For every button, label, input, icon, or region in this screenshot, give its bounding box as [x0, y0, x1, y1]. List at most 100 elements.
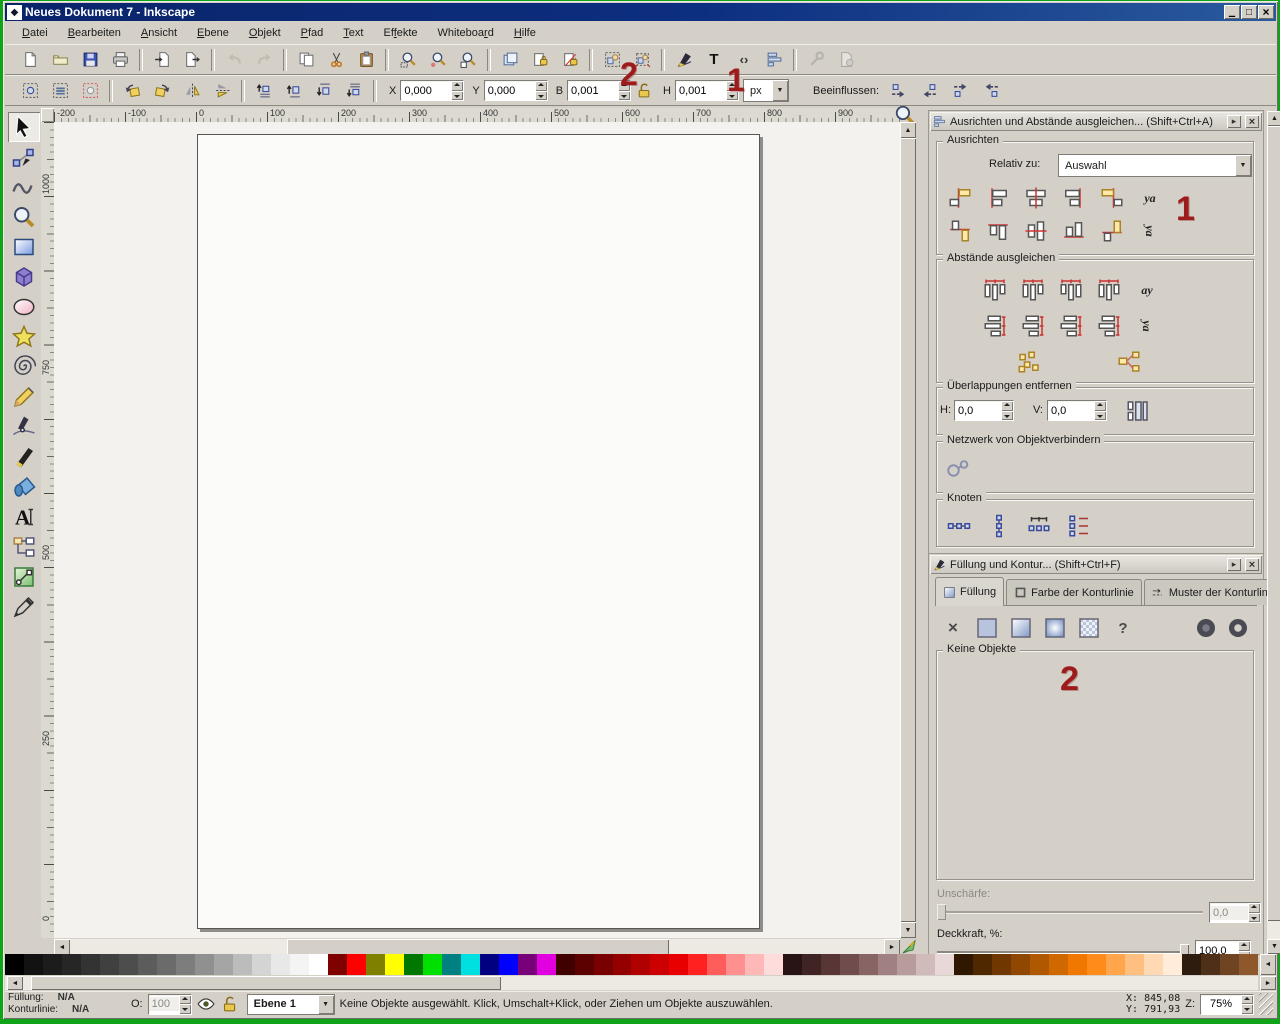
- pen-tool[interactable]: [8, 412, 40, 442]
- palette-swatch[interactable]: [499, 954, 518, 975]
- maximize-button[interactable]: □: [1241, 5, 1257, 19]
- distribute-right-edges-button[interactable]: [1053, 274, 1089, 306]
- menu-ebene[interactable]: Ebene: [188, 24, 238, 42]
- scroll-left-icon[interactable]: ◄: [54, 939, 70, 955]
- palette-swatch[interactable]: [1163, 954, 1182, 975]
- menu-effekte[interactable]: Effekte: [374, 24, 426, 42]
- palette-swatch[interactable]: [404, 954, 423, 975]
- overlap-v-field[interactable]: [1047, 400, 1107, 421]
- randomize-positions-button[interactable]: [1011, 346, 1047, 378]
- align-top-edges-button[interactable]: [980, 215, 1016, 247]
- fill-stroke-dialog-button[interactable]: [669, 45, 699, 74]
- overlap-h-spinner[interactable]: [1001, 401, 1013, 420]
- distribute-top-edges-button[interactable]: [977, 310, 1013, 342]
- document-page[interactable]: [197, 134, 760, 929]
- fill-panel-header[interactable]: Füllung und Kontur... (Shift+Ctrl+F) ▸ ×: [930, 555, 1262, 574]
- create-clone-button[interactable]: [525, 45, 555, 74]
- palette-scrollbar[interactable]: ◄: [5, 976, 1258, 990]
- zoom-input[interactable]: [1201, 997, 1241, 1011]
- palette-swatch[interactable]: [1011, 954, 1030, 975]
- x-spinner[interactable]: [451, 81, 463, 100]
- palette-swatch[interactable]: [650, 954, 669, 975]
- blur-input[interactable]: [1210, 906, 1248, 920]
- master-opacity-input[interactable]: [149, 997, 179, 1011]
- palette-swatch[interactable]: [575, 954, 594, 975]
- palette-swatch[interactable]: [214, 954, 233, 975]
- palette-swatch[interactable]: [1201, 954, 1220, 975]
- palette-swatch[interactable]: [537, 954, 556, 975]
- lock-dimensions-button[interactable]: [631, 78, 655, 104]
- palette-swatch[interactable]: [252, 954, 271, 975]
- align-nodes-vertically-button[interactable]: [1061, 510, 1097, 542]
- linear-gradient-button[interactable]: [1007, 612, 1035, 644]
- distribute-left-edges-button[interactable]: [977, 274, 1013, 306]
- menu-whiteboard[interactable]: Whiteboard: [429, 24, 503, 42]
- master-opacity-field[interactable]: [148, 994, 192, 1015]
- new-document-button[interactable]: [15, 45, 45, 74]
- rotate-ccw-button[interactable]: [117, 76, 147, 105]
- titlebar[interactable]: ◆ Neues Dokument 7 - Inkscape ▁ □ ×: [5, 3, 1276, 21]
- palette-swatch[interactable]: [821, 954, 840, 975]
- palette-next-icon[interactable]: ►: [1260, 976, 1276, 990]
- close-button[interactable]: ×: [1258, 5, 1274, 19]
- canvas-vertical-scrollbar[interactable]: ▲ ▼: [900, 122, 916, 938]
- align-right-to-anchor-left-button[interactable]: [942, 182, 978, 214]
- palette-swatch[interactable]: [1030, 954, 1049, 975]
- distribute-text-horizontal-button[interactable]: ay: [1129, 274, 1165, 306]
- distribute-text-vertical-button[interactable]: ya: [1129, 310, 1165, 342]
- palette-swatch[interactable]: [859, 954, 878, 975]
- palette-swatch[interactable]: [1087, 954, 1106, 975]
- palette-swatch[interactable]: [480, 954, 499, 975]
- flip-horizontal-button[interactable]: [177, 76, 207, 105]
- menu-objekt[interactable]: Objekt: [240, 24, 290, 42]
- palette-swatch[interactable]: [138, 954, 157, 975]
- palette-swatch[interactable]: [157, 954, 176, 975]
- redo-button[interactable]: [249, 45, 279, 74]
- align-left-edges-button[interactable]: [980, 182, 1016, 214]
- palette-swatch[interactable]: [176, 954, 195, 975]
- group-button[interactable]: [597, 45, 627, 74]
- connector-tool[interactable]: [8, 532, 40, 562]
- align-left-to-anchor-right-button[interactable]: [1094, 182, 1130, 214]
- height-field[interactable]: [675, 80, 739, 101]
- menu-datei[interactable]: Datei: [13, 24, 57, 42]
- palette-swatch[interactable]: [290, 954, 309, 975]
- box-3d-tool[interactable]: [8, 262, 40, 292]
- blur-spinner[interactable]: [1248, 903, 1260, 922]
- distribute-bottom-edges-button[interactable]: [1053, 310, 1089, 342]
- resize-grip[interactable]: [1259, 993, 1273, 1015]
- raise-to-top-button[interactable]: [249, 76, 279, 105]
- distribute-nodes-vertically-button[interactable]: [981, 510, 1017, 542]
- select-all-button[interactable]: [15, 76, 45, 105]
- palette-swatch[interactable]: [271, 954, 290, 975]
- menu-bearbeiten[interactable]: Bearbeiten: [59, 24, 130, 42]
- zoom-field[interactable]: [1200, 994, 1254, 1015]
- layer-lock-icon[interactable]: [220, 995, 238, 1013]
- scroll-left-icon[interactable]: ◄: [7, 976, 23, 990]
- align-text-vertical-button[interactable]: ya: [1132, 215, 1168, 247]
- palette-swatch[interactable]: [1049, 954, 1068, 975]
- flip-vertical-button[interactable]: [207, 76, 237, 105]
- panel-close-button[interactable]: ×: [1245, 558, 1259, 571]
- raise-button[interactable]: [279, 76, 309, 105]
- blur-slider[interactable]: [937, 904, 1203, 920]
- scroll-up-icon[interactable]: ▲: [1267, 111, 1280, 126]
- menu-hilfe[interactable]: Hilfe: [505, 24, 545, 42]
- affect-corners-button[interactable]: [914, 76, 944, 105]
- calligraphy-tool[interactable]: [8, 442, 40, 472]
- scroll-up-icon[interactable]: ▲: [900, 122, 916, 138]
- unclump-button[interactable]: [1111, 346, 1147, 378]
- scrollbar-thumb[interactable]: [31, 976, 501, 990]
- palette-swatch[interactable]: [1182, 954, 1201, 975]
- x-field[interactable]: [400, 80, 464, 101]
- palette-swatch[interactable]: [119, 954, 138, 975]
- align-nodes-horizontally-button[interactable]: [1021, 510, 1057, 542]
- palette-swatch[interactable]: [366, 954, 385, 975]
- spiral-tool[interactable]: [8, 352, 40, 382]
- master-opacity-spinner[interactable]: [179, 995, 191, 1014]
- affect-stroke-width-button[interactable]: [883, 76, 913, 105]
- fill-rule-nonzero-button[interactable]: [1191, 612, 1221, 644]
- palette-swatch[interactable]: [518, 954, 537, 975]
- scrollbar-thumb[interactable]: [900, 138, 916, 922]
- palette-swatch[interactable]: [745, 954, 764, 975]
